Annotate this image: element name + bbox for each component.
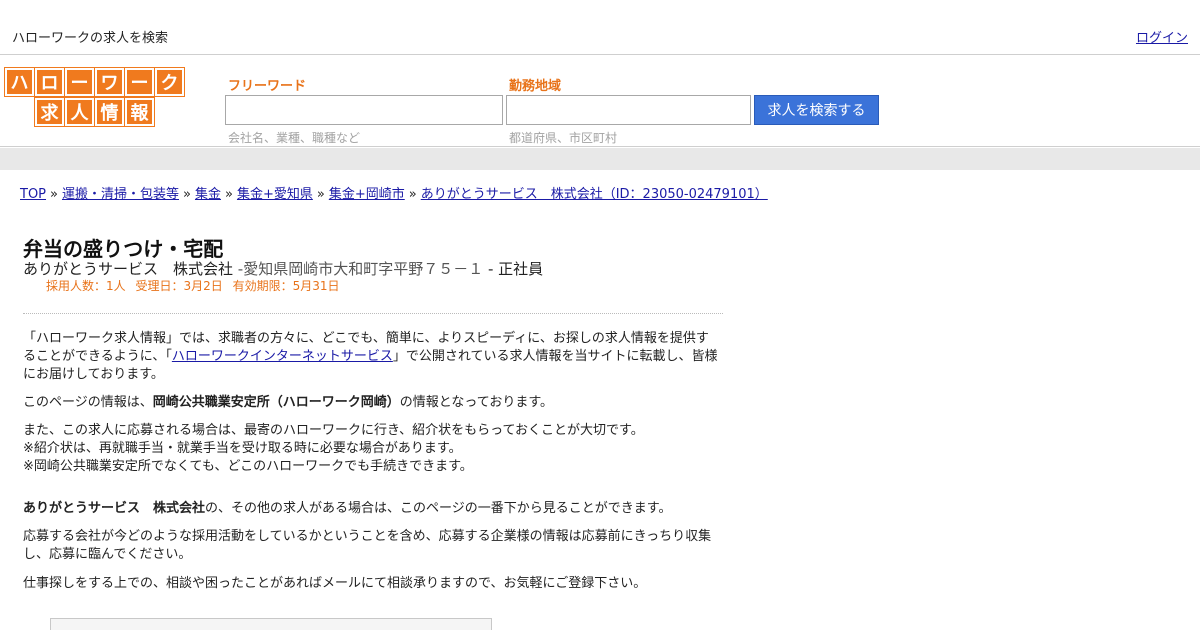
area-label: 勤務地域 [509,79,562,94]
logo-char: 人 [64,97,95,127]
logo-char: 求 [34,97,65,127]
search-jobs-button[interactable]: 求人を検索する [754,95,879,125]
hires-count: 採用人数：1人 [46,279,126,293]
company-line: ありがとうサービス 株式会社 -愛知県岡崎市大和町字平野７５－１ - 正社員 [23,258,543,279]
breadcrumb-separator: » [408,187,417,202]
login-link[interactable]: ログイン [1136,27,1188,46]
area-input[interactable] [506,95,751,125]
breadcrumb: TOP» 運搬・清掃・包装等» 集金» 集金+愛知県» 集金+岡崎市» ありがとうサービス… [20,183,768,202]
intro-paragraph: 「ハローワーク求人情報」では、求職者の方々に、どこでも、簡単に、よりスピーディに… [23,330,718,384]
application-note-1: また、この求人に応募される場合は、最寄のハローワークに行き、紹介状をもらっておく… [23,423,644,438]
section-divider [23,313,723,314]
logo-row-top: ハ ロ ー ワ ー ク [4,67,185,97]
job-meta: 採用人数：1人 受理日：3月2日 有効期限：5月31日 [46,277,345,294]
breadcrumb-separator: » [316,187,325,202]
logo-char: 報 [124,97,155,127]
received-date: 受理日：3月2日 [135,279,223,293]
breadcrumb-link-city[interactable]: 集金+岡崎市 [329,187,405,202]
freeword-label: フリーワード [228,79,307,94]
expiry-date: 有効期限：5月31日 [232,279,340,293]
other-jobs-text: の、その他の求人がある場合は、このページの一番下から見ることができます。 [205,501,672,516]
logo-row-bottom: 求 人 情 報 [34,97,155,127]
research-advice-paragraph: 応募する会社が今どのような採用活動をしているかということを含め、応募する企業様の… [23,529,712,562]
company-address: -愛知県岡崎市大和町字平野７５－１ [233,260,484,278]
employment-type: - 正社員 [483,260,544,278]
header-divider-band [0,148,1200,170]
logo-char: ー [64,67,95,97]
freeword-hint: 会社名、業種、職種など [228,131,361,145]
header: ハ ロ ー ワ ー ク 求 人 情 報 フリーワード 会社名、業種、職種など 勤… [0,55,1200,147]
content-box [50,618,492,630]
other-jobs-paragraph: ありがとうサービス 株式会社の、その他の求人がある場合は、このページの一番下から… [23,500,718,518]
breadcrumb-link-prefecture[interactable]: 集金+愛知県 [237,187,313,202]
application-notes: また、この求人に応募される場合は、最寄のハローワークに行き、紹介状をもらっておく… [23,422,718,476]
application-note-3: ※岡崎公共職業安定所でなくても、どこのハローワークでも手続きできます。 [23,459,473,474]
logo-char: ロ [34,67,65,97]
source-office-paragraph: このページの情報は、岡崎公共職業安定所（ハローワーク岡崎）の情報となっております… [23,394,718,412]
logo-char: ハ [4,67,35,97]
logo-char: 情 [94,97,125,127]
breadcrumb-separator: » [50,187,58,202]
hellowork-internet-service-link[interactable]: ハローワークインターネットサービス [172,349,393,364]
source-text-b: の情報となっております。 [399,395,554,410]
logo-char: ー [124,67,155,97]
source-text-a: このページの情報は、 [23,395,153,410]
breadcrumb-separator: » [224,187,233,202]
logo-char: ク [154,67,185,97]
freeword-input[interactable] [225,95,503,125]
breadcrumb-link-category[interactable]: 運搬・清掃・包装等 [62,187,179,202]
area-hint: 都道府県、市区町村 [509,131,618,145]
source-office-name: 岡崎公共職業安定所（ハローワーク岡崎） [152,395,400,410]
breadcrumb-link-top[interactable]: TOP [20,187,46,202]
consultation-paragraph: 仕事探しをする上での、相談や困ったことがあればメールにて相談承りますので、お気軽… [23,576,647,591]
site-logo[interactable]: ハ ロ ー ワ ー ク 求 人 情 報 [4,67,185,128]
breadcrumb-separator: » [183,187,191,202]
other-jobs-company: ありがとうサービス 株式会社 [23,501,206,516]
breadcrumb-link-job-type[interactable]: 集金 [195,187,221,202]
logo-char: ワ [94,67,125,97]
top-bar: ハローワークの求人を検索 ログイン [0,0,1200,55]
site-tagline: ハローワークの求人を検索 [12,31,169,46]
application-note-2: ※紹介状は、再就職手当・就業手当を受け取る時に必要な場合があります。 [23,441,462,456]
breadcrumb-link-company[interactable]: ありがとうサービス 株式会社（ID：23050-02479101） [421,187,768,202]
company-name: ありがとうサービス 株式会社 [23,260,234,278]
